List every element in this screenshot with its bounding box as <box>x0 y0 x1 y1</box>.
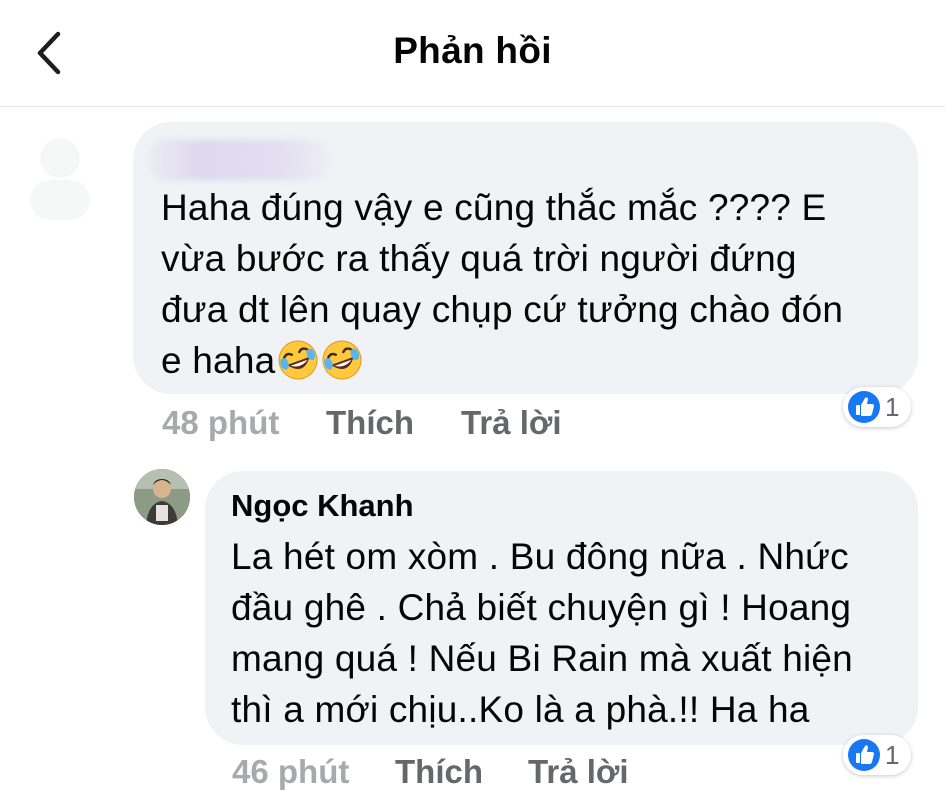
reaction-summary[interactable]: 1 <box>843 387 912 427</box>
reaction-count: 1 <box>885 391 900 422</box>
like-button[interactable]: Thích <box>395 753 483 791</box>
reply-button[interactable]: Trả lời <box>528 753 629 791</box>
like-reaction-icon <box>848 739 880 771</box>
comment-bubble[interactable]: Ngọc Khanh La hét om xòm . Bu đông nữa .… <box>205 471 918 745</box>
reaction-summary[interactable]: 1 <box>843 735 912 775</box>
rolling-on-floor-laughing-emoji <box>322 340 362 380</box>
comment-body: La hét om xòm . Bu đông nữa . Nhức đầu g… <box>231 536 853 730</box>
avatar-image <box>134 469 190 525</box>
avatar[interactable] <box>134 469 190 525</box>
comment-body: Haha đúng vậy e cũng thắc mắc ???? E vừa… <box>161 187 844 381</box>
comment-timestamp[interactable]: 48 phút <box>162 404 279 442</box>
rolling-on-floor-laughing-emoji <box>278 340 318 380</box>
top-bar: Phản hồi <box>0 0 945 107</box>
comment-bubble[interactable]: Haha đúng vậy e cũng thắc mắc ???? E vừa… <box>133 122 918 394</box>
comment-text: Haha đúng vậy e cũng thắc mắc ???? E vừa… <box>161 182 901 386</box>
redacted-avatar <box>30 138 90 220</box>
like-reaction-icon <box>848 391 880 423</box>
redacted-author-name <box>147 140 329 180</box>
page-title: Phản hồi <box>393 30 552 71</box>
like-button[interactable]: Thích <box>326 404 414 442</box>
reaction-count: 1 <box>885 739 900 770</box>
author-name[interactable]: Ngọc Khanh <box>231 488 414 524</box>
reply-button[interactable]: Trả lời <box>461 404 562 442</box>
comment-timestamp[interactable]: 46 phút <box>232 753 349 791</box>
